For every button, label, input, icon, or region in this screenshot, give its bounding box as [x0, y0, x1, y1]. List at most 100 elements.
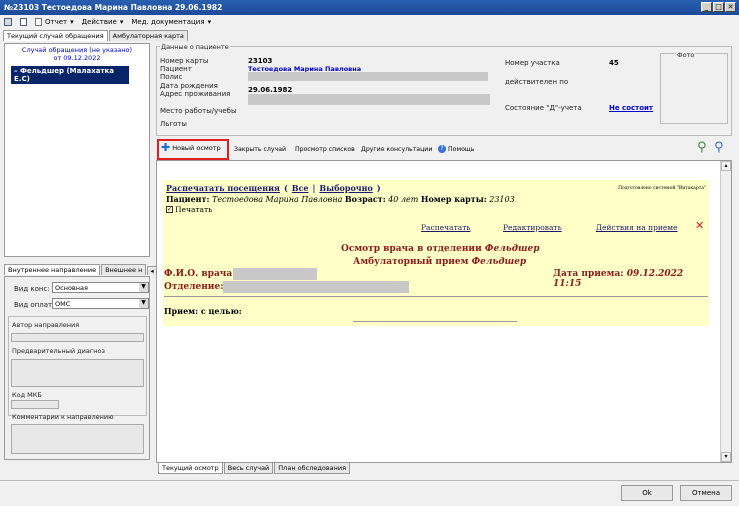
purpose-label: Прием: с целью:	[164, 306, 242, 316]
author-label: Автор направления	[12, 321, 80, 329]
other-consult-button[interactable]: Другие консультации	[361, 146, 432, 153]
tab-outpatient-card[interactable]: Амбулаторная карта	[108, 30, 188, 41]
chevron-down-icon: ▼	[139, 283, 148, 292]
uchastok-label: Номер участка	[505, 59, 560, 67]
delete-x-icon[interactable]: ✕	[695, 219, 704, 232]
work-label: Место работы/учебы	[160, 107, 237, 115]
comment-field[interactable]	[11, 424, 144, 454]
left-bottom-tabs: Внутреннее направление Внешнее н ◂ ▸	[4, 263, 168, 275]
cancel-button[interactable]: Отмена	[680, 485, 732, 501]
tab-external-referral[interactable]: Внешнее н	[101, 264, 147, 275]
prelim-diag-field[interactable]	[11, 359, 144, 387]
system-note: Подготовлено системой "Витакарта"	[618, 186, 706, 191]
help-label: Помощь	[448, 145, 475, 153]
maximize-button[interactable]: □	[713, 2, 724, 12]
address-label: Адрес проживания	[160, 90, 231, 98]
doc-age-label: Возраст:	[344, 194, 386, 204]
close-case-button[interactable]: Закрыть случай	[234, 146, 286, 153]
actions-button[interactable]: Действия на приеме	[596, 223, 678, 232]
doc-scrollbar[interactable]: ▴ ▾	[720, 161, 731, 462]
polis-label: Полис	[160, 73, 183, 81]
vid-opl-select[interactable]: ОМС ▼	[52, 298, 149, 309]
dob-label: Дата рождения	[160, 82, 218, 90]
ok-button[interactable]: Ok	[621, 485, 673, 501]
scroll-up-arrow[interactable]: ▴	[721, 161, 731, 171]
tab-current-exam[interactable]: Текущий осмотр	[158, 463, 223, 474]
patient-group	[156, 46, 732, 136]
zoom-out-icon[interactable]: ⚲	[714, 140, 724, 155]
doc-patient-name: Тестоедова Марина Павловна	[211, 195, 343, 204]
reception-title-role: Фельдшер	[471, 257, 527, 267]
new-exam-label: Новый осмотр	[172, 144, 221, 152]
d-status-link[interactable]: Не состоит	[609, 104, 653, 112]
minimize-button[interactable]: _	[701, 2, 712, 12]
doctor-name-redacted	[233, 268, 317, 280]
doc-card-value: 23103	[489, 195, 515, 204]
print-checkbox-label: Печатать	[175, 205, 213, 214]
uchastok-value: 45	[609, 59, 619, 67]
chevron-down-icon: ▼	[139, 299, 148, 308]
print-visits-separator: |	[312, 183, 316, 193]
new-exam-button[interactable]: ✚ Новый осмотр	[161, 142, 221, 153]
exam-title: Осмотр врача в отделении Фельдшер	[341, 244, 540, 254]
vid-kons-label: Вид конс:	[14, 285, 50, 293]
exam-title-role: Фельдшер	[484, 244, 540, 254]
photo-label: Фото	[676, 51, 696, 59]
purpose-underline	[353, 321, 517, 322]
print-visits-open-paren: (	[283, 183, 288, 193]
doc-icon[interactable]	[20, 18, 27, 26]
print-button[interactable]: Распечатать	[421, 223, 470, 232]
tree-collapse-icon[interactable]: –	[14, 67, 18, 75]
case-date: от 09.12.2022	[53, 54, 101, 62]
dept-redacted	[223, 281, 409, 293]
tree-item-feldsher[interactable]: – Фельдшер (Малахатка Е.С)	[11, 66, 129, 84]
vid-opl-value: ОМС	[55, 300, 71, 308]
mkb-field[interactable]	[11, 400, 59, 409]
patient-label: Пациент	[160, 65, 192, 73]
zoom-in-icon[interactable]: ⚲	[697, 140, 707, 155]
doc-age-value: 40 лет	[388, 195, 419, 204]
exam-title-text: Осмотр врача в отделении	[341, 244, 482, 254]
selective-link[interactable]: Выборочно	[319, 183, 372, 193]
report-icon	[35, 18, 42, 26]
all-link[interactable]: Все	[292, 183, 309, 193]
dept-label: Отделение:	[164, 282, 224, 292]
chevron-down-icon: ▾	[207, 18, 212, 26]
save-icon[interactable]	[4, 18, 12, 26]
doc-card-label: Номер карты:	[420, 194, 487, 204]
menu-action[interactable]: Действие ▾	[82, 18, 124, 26]
card-value: 23103	[248, 57, 273, 65]
menu-report[interactable]: Отчет ▾	[35, 18, 74, 26]
menubar: Отчет ▾ Действие ▾ Мед. документация ▾	[0, 15, 739, 29]
tab-internal-referral[interactable]: Внутреннее направление	[4, 264, 101, 275]
view-lists-button[interactable]: Просмотр списков	[295, 146, 355, 153]
menu-meddoc[interactable]: Мед. документация ▾	[131, 18, 211, 26]
date-line: Дата приема: 09.12.2022 11:15	[553, 269, 709, 289]
print-visits-link[interactable]: Распечатать посещения	[166, 183, 280, 193]
case-tree: Случай обращения (не указано) от 09.12.2…	[4, 43, 150, 257]
patient-group-title: Данные о пациенте	[160, 43, 230, 51]
valid-label: действителен по	[505, 78, 569, 86]
case-title[interactable]: Случай обращения (не указано)	[5, 46, 149, 54]
bottom-tabs: Текущий осмотр Весь случай План обследов…	[158, 463, 351, 475]
reception-title: Амбулаторный прием Фельдшер	[353, 257, 526, 267]
vid-kons-select[interactable]: Основная ▼	[52, 282, 149, 293]
tab-whole-case[interactable]: Весь случай	[223, 463, 274, 474]
scroll-down-arrow[interactable]: ▾	[721, 452, 731, 462]
close-window-button[interactable]: ✕	[725, 2, 736, 12]
date-label: Дата приема:	[553, 269, 624, 279]
checkbox-checked-icon[interactable]: ✓	[166, 206, 173, 213]
author-field[interactable]	[11, 333, 144, 342]
referral-panel: Вид конс: Основная ▼ Вид оплаты ОМС ▼ Ав…	[4, 276, 150, 460]
tab-exam-plan[interactable]: План обследования	[274, 463, 351, 474]
tab-current-case[interactable]: Текущий случай обращения	[3, 30, 108, 41]
chevron-down-icon: ▾	[119, 18, 124, 26]
edit-button[interactable]: Редактировать	[503, 223, 562, 232]
reception-title-text: Амбулаторный прием	[353, 257, 469, 267]
help-icon: ?	[438, 145, 446, 153]
menu-report-label: Отчет	[45, 18, 68, 26]
print-visits-row: Распечатать посещения ( Все | Выборочно …	[166, 183, 381, 193]
menu-meddoc-label: Мед. документация	[131, 18, 205, 26]
help-button[interactable]: ? Помощь	[438, 145, 474, 153]
print-checkbox-row[interactable]: ✓ Печатать	[166, 205, 212, 214]
